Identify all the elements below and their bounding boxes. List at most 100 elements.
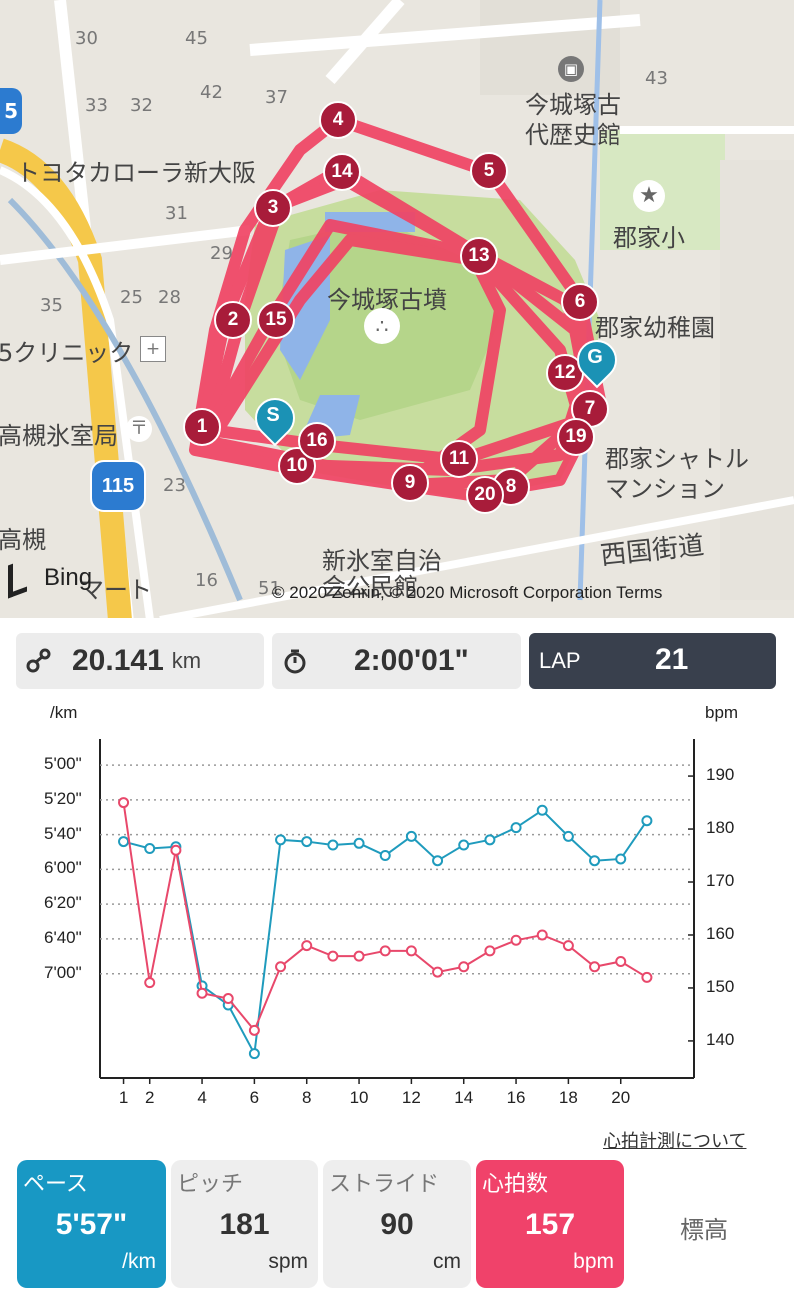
pace-point — [510, 822, 522, 834]
museum-icon: ▣ — [558, 56, 584, 82]
park-icon: ∴ — [364, 308, 400, 344]
pace-point — [484, 834, 496, 846]
pace-point — [405, 830, 417, 842]
heart-rate-point — [458, 961, 470, 973]
lap-marker-6[interactable]: 6 — [561, 283, 599, 321]
goal-pin-label: G — [587, 346, 603, 368]
heart-rate-point — [589, 961, 601, 973]
lap-marker-15[interactable]: 15 — [257, 301, 295, 339]
map-label-post: 高槻氷室局 — [0, 422, 118, 450]
map-label-clinic: 5クリニック — [0, 339, 134, 367]
heart-rate-point — [144, 977, 156, 989]
time-value: 2:00'01" — [354, 644, 469, 677]
elevation-label: 標高 — [680, 1217, 728, 1244]
lap-chart: /km bpm 5'00" 5'20" 5'40" 6'00" 6'20" 6'40" 7'… — [0, 695, 794, 1115]
bing-logo — [8, 558, 27, 599]
pace-point — [562, 830, 574, 842]
stride-unit: cm — [433, 1250, 461, 1273]
route-shield-115: 115 — [90, 460, 146, 512]
pace-point — [589, 855, 601, 867]
heart-rate-point — [353, 950, 365, 962]
heart-rate-point — [641, 971, 653, 983]
pace-point — [144, 843, 156, 855]
map-label-30: 30 — [75, 28, 98, 49]
lap-value: 21 — [655, 643, 689, 676]
heart-rate-point — [118, 797, 130, 809]
pace-point — [379, 849, 391, 861]
elevation-tile[interactable]: 標高 — [629, 1160, 779, 1288]
stride-tile[interactable]: ストライド 90 cm — [323, 1160, 471, 1288]
map-label-31: 31 — [165, 203, 188, 224]
distance-panel: 20.141 km — [16, 633, 264, 689]
lap-marker-5[interactable]: 5 — [470, 152, 508, 190]
pace-point — [432, 855, 444, 867]
map-label-32: 32 — [130, 95, 153, 116]
pace-point — [536, 804, 548, 816]
heart-rate-point — [248, 1024, 260, 1036]
stride-label: ストライド — [329, 1171, 440, 1196]
map-label-25: 25 — [120, 287, 143, 308]
heart-rate-point — [615, 955, 627, 967]
pitch-label: ピッチ — [177, 1171, 244, 1196]
pace-point — [275, 834, 287, 846]
pitch-unit: spm — [268, 1250, 308, 1273]
pace-point — [615, 853, 627, 865]
pace-point — [248, 1048, 260, 1060]
map-label-37: 37 — [265, 87, 288, 108]
heart-rate-point — [405, 945, 417, 957]
heart-rate-point — [432, 966, 444, 978]
heart-rate-info-link[interactable]: 心拍計測について — [603, 1127, 746, 1153]
lap-marker-9[interactable]: 9 — [391, 464, 429, 502]
bing-b-icon — [8, 558, 27, 599]
lap-marker-14[interactable]: 14 — [323, 153, 361, 191]
lap-marker-11[interactable]: 11 — [440, 440, 478, 478]
pace-point — [327, 839, 339, 851]
lap-marker-13[interactable]: 13 — [460, 237, 498, 275]
distance-unit: km — [171, 648, 202, 673]
lap-marker-2[interactable]: 2 — [214, 301, 252, 339]
route-icon — [26, 648, 52, 674]
pitch-tile[interactable]: ピッチ 181 spm — [171, 1160, 318, 1288]
pace-line — [123, 808, 648, 1057]
lap-marker-4[interactable]: 4 — [319, 101, 357, 139]
heart-rate-point — [562, 940, 574, 952]
start-pin-label: S — [266, 404, 280, 426]
lap-marker-3[interactable]: 3 — [254, 189, 292, 227]
map-label-toyota: トヨタカローラ新大阪 — [16, 159, 256, 187]
time-panel: 2:00'01" — [272, 633, 521, 689]
heart-rate-tile[interactable]: 心拍数 157 bpm — [476, 1160, 624, 1288]
heart-rate-point — [510, 934, 522, 946]
map-label-23: 23 — [163, 475, 186, 496]
heart-rate-point — [275, 961, 287, 973]
heart-rate-unit: bpm — [573, 1250, 614, 1273]
lap-marker-19[interactable]: 19 — [557, 418, 595, 456]
lap-panel[interactable]: LAP 21 — [529, 633, 776, 689]
heart-rate-point — [327, 950, 339, 962]
stride-value: 90 — [380, 1208, 414, 1241]
lap-marker-16[interactable]: 16 — [298, 422, 336, 460]
map-copyright[interactable]: © 2020 Zenrin, © 2020 Microsoft Corporat… — [272, 583, 662, 603]
lap-marker-1[interactable]: 1 — [183, 408, 221, 446]
pace-point — [458, 839, 470, 851]
pace-tile[interactable]: ペース 5'57" /km — [17, 1160, 166, 1288]
heart-rate-point — [301, 940, 313, 952]
pace-label: ペース — [23, 1171, 88, 1196]
route-shield-5: 5 — [0, 88, 22, 134]
map-label-16: 16 — [195, 570, 218, 591]
map-label-museum: 今城塚古 代歴史館 — [525, 91, 621, 149]
map-label-shuttle: 郡家シャトル マンション — [605, 445, 749, 503]
heart-rate-point — [222, 993, 234, 1005]
clinic-icon: + — [140, 336, 166, 362]
pace-unit: /km — [122, 1250, 156, 1273]
map-label-29: 29 — [210, 243, 233, 264]
pitch-value: 181 — [219, 1208, 270, 1241]
heart-rate-point — [536, 929, 548, 941]
route-map[interactable]: 30 45 43 33 32 42 37 31 29 35 25 28 23 1… — [0, 0, 794, 618]
pace-point — [118, 836, 130, 848]
heart-rate-label: 心拍数 — [482, 1171, 549, 1196]
map-label-28: 28 — [158, 287, 181, 308]
lap-marker-20[interactable]: 20 — [466, 476, 504, 514]
bing-wordmark: Bing — [44, 564, 93, 591]
pace-point — [641, 815, 653, 827]
pace-point — [301, 836, 313, 848]
